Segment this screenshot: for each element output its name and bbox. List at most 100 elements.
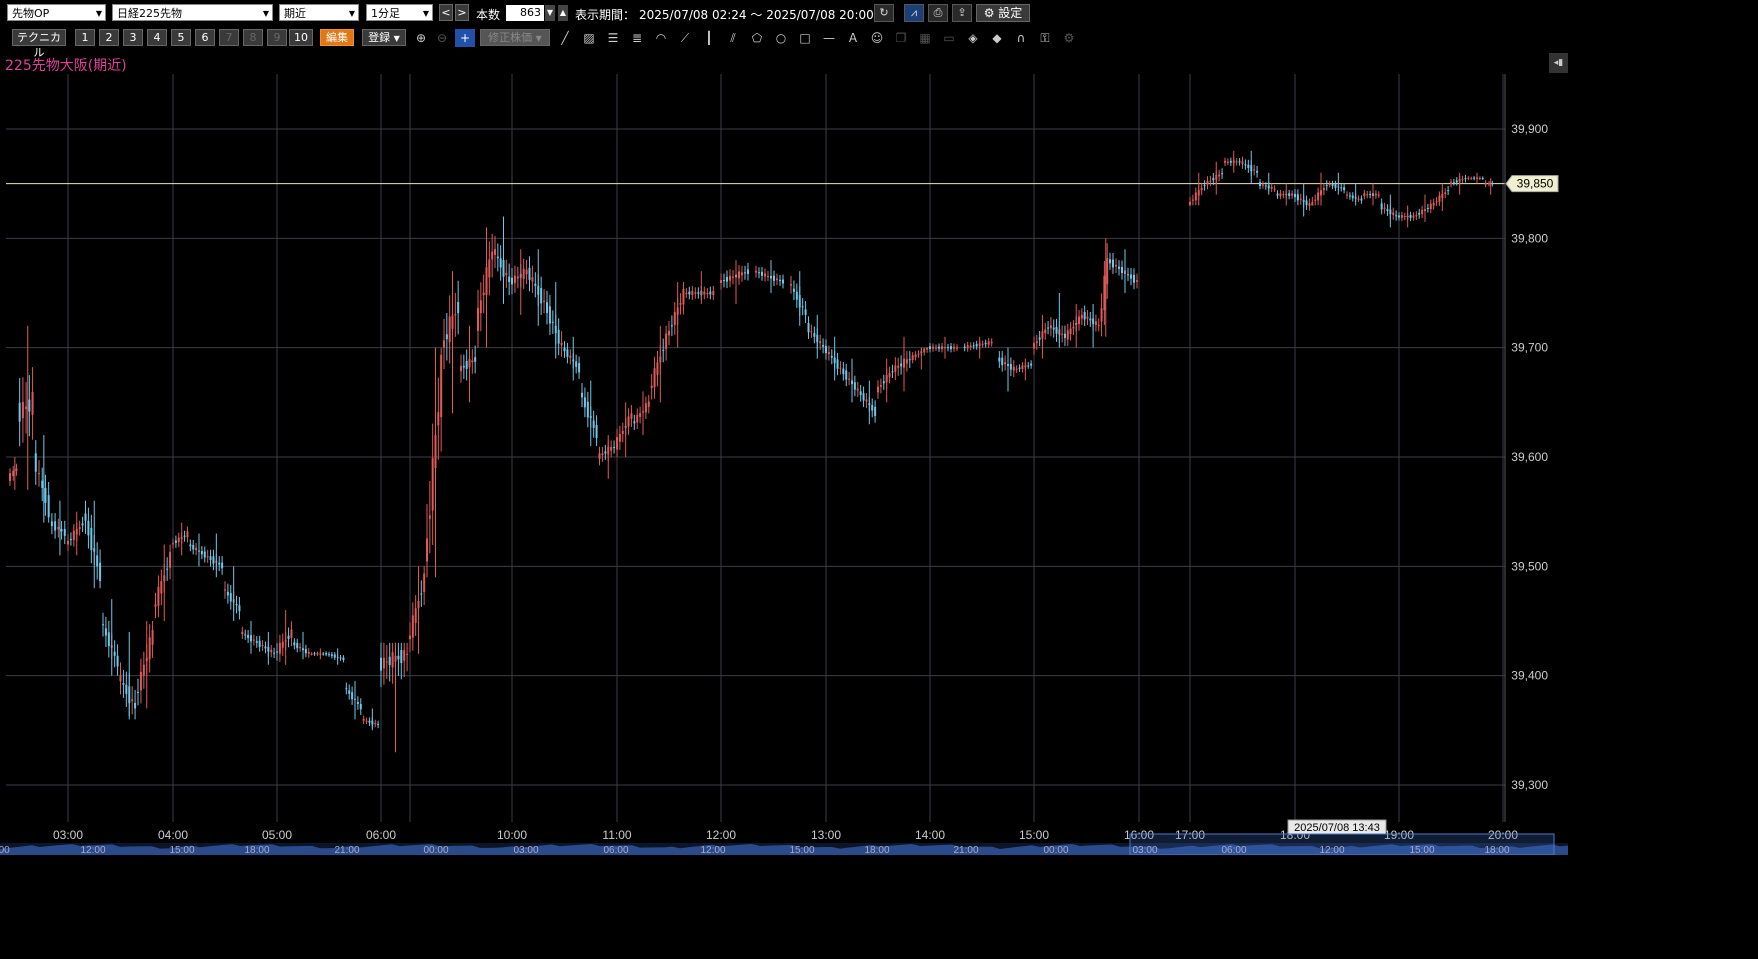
candle-body — [891, 371, 894, 373]
candle-body — [1221, 173, 1224, 175]
candle-body — [195, 547, 198, 551]
candle-body — [1461, 179, 1464, 181]
candle-body — [1348, 195, 1351, 197]
price-chart[interactable]: 39,300 39,400 39,500 39,600 39,700 39,800 39,9… — [0, 0, 1568, 855]
candle-body — [1478, 177, 1481, 179]
overview-tick-label: 12:00 — [80, 845, 105, 855]
candle-body — [543, 300, 546, 302]
candle-body — [1314, 199, 1317, 201]
candle-body — [172, 543, 174, 545]
candle-body — [720, 280, 722, 284]
candle-body — [304, 648, 307, 654]
candle-body — [1467, 177, 1470, 179]
y-tick-label: 39,800 — [1511, 231, 1548, 245]
candle-body — [299, 647, 302, 649]
candle-body — [293, 642, 296, 646]
candle-body — [296, 642, 299, 649]
candle-body — [601, 453, 604, 456]
candle-body — [437, 412, 440, 426]
candle-body — [598, 453, 601, 459]
candle-body — [747, 269, 749, 274]
candle-body — [1052, 327, 1055, 330]
candle-body — [1069, 328, 1072, 335]
candle-body — [540, 288, 543, 304]
candle-body — [1447, 190, 1450, 192]
candle-body — [691, 290, 694, 296]
candle-body — [322, 653, 325, 655]
candle-body — [1398, 215, 1400, 218]
candle-body — [586, 401, 589, 418]
candle-body — [1264, 185, 1267, 187]
candle-body — [1021, 365, 1024, 370]
candle-body — [44, 487, 47, 503]
candle-body — [1030, 363, 1033, 366]
candle-body — [1470, 178, 1473, 180]
chart-grid — [6, 74, 1505, 822]
candle-body — [923, 348, 926, 353]
candle-body — [330, 654, 333, 656]
candle-body — [151, 630, 154, 645]
candle-body — [862, 393, 865, 401]
candle-body — [1097, 324, 1100, 326]
candle-body — [1229, 160, 1232, 163]
candle-body — [12, 470, 15, 476]
candle-body — [1328, 184, 1331, 186]
candle-body — [81, 523, 84, 526]
candle-body — [665, 333, 668, 350]
candle-body — [569, 355, 572, 358]
candle-body — [1299, 198, 1302, 200]
candle-body — [575, 361, 578, 367]
candle-body — [1357, 198, 1360, 200]
candle-body — [729, 275, 731, 281]
candle-body — [1473, 177, 1476, 179]
candle-body — [426, 538, 428, 562]
candle-body — [511, 277, 513, 285]
candle-body — [1386, 209, 1389, 211]
candle-body — [528, 267, 531, 280]
candle-body — [87, 520, 90, 536]
candle-body — [104, 628, 107, 636]
candle-body — [1206, 181, 1209, 185]
candle-body — [235, 603, 238, 606]
candle-body — [726, 277, 728, 282]
candle-body — [905, 359, 908, 364]
candle-body — [477, 307, 479, 331]
candle-body — [810, 331, 813, 333]
candle-body — [1351, 195, 1354, 199]
x-tick-label: 03:00 — [53, 828, 83, 842]
candle-body — [78, 527, 81, 529]
candle-body — [963, 346, 966, 349]
overview-tick-label: 03:00 — [513, 845, 538, 855]
candle-body — [137, 691, 139, 693]
x-tick-label: 04:00 — [158, 828, 188, 842]
candle-body — [102, 624, 104, 626]
candle-body — [911, 355, 914, 361]
candle-body — [1235, 161, 1238, 163]
candle-body — [706, 293, 709, 294]
candle-body — [1238, 161, 1241, 163]
overview-tick-label: 15:00 — [1409, 845, 1434, 855]
candle-body — [374, 723, 377, 725]
candle-body — [1241, 161, 1244, 164]
candle-body — [723, 280, 725, 282]
candle-body — [1421, 209, 1424, 214]
overview-tick-label: 06:00 — [1221, 845, 1246, 855]
candle-body — [950, 346, 952, 350]
candle-body — [34, 453, 37, 472]
candle-body — [516, 276, 519, 279]
candle-body — [440, 354, 443, 418]
candle-body — [1426, 208, 1429, 210]
candle-body — [830, 355, 833, 358]
y-tick-label: 39,500 — [1511, 559, 1548, 573]
candle-body — [865, 399, 868, 402]
candle-body — [60, 529, 63, 532]
overview-tick-label: 18:00 — [244, 845, 269, 855]
candle-body — [21, 401, 24, 419]
candle-body — [522, 268, 525, 279]
candle-body — [351, 692, 354, 700]
candle-body — [258, 640, 261, 647]
candle-body — [177, 537, 180, 543]
candle-body — [218, 562, 221, 565]
candle-body — [348, 690, 351, 694]
candle-body — [610, 446, 613, 451]
